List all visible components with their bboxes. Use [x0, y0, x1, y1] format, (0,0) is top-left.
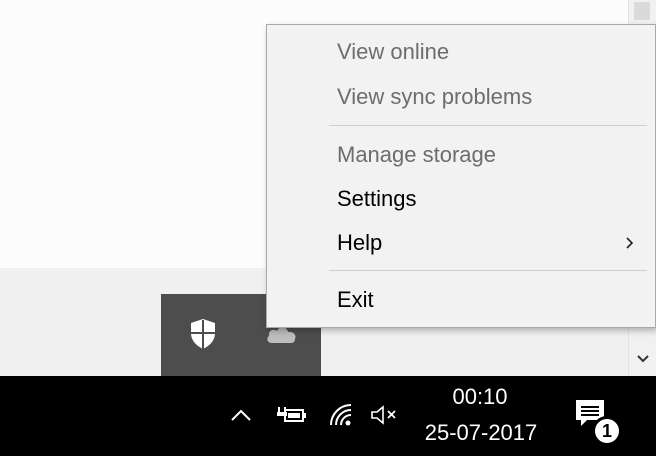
scroll-down-arrow-icon[interactable] [629, 344, 656, 374]
menu-item-exit[interactable]: Exit [337, 287, 374, 313]
scrollbar-thumb[interactable] [634, 2, 650, 20]
windows-defender-shield-icon[interactable] [183, 314, 223, 354]
menu-item-help[interactable]: Help [337, 230, 382, 256]
chevron-right-icon [621, 230, 637, 256]
menu-separator [329, 125, 647, 126]
taskbar: 00:10 25-07-2017 [0, 376, 656, 456]
battery-charging-icon[interactable] [270, 402, 310, 428]
menu-item-view-sync-problems[interactable]: View sync problems [337, 84, 532, 110]
notification-count-badge[interactable]: 1 [592, 416, 622, 446]
menu-item-manage-storage[interactable]: Manage storage [337, 142, 496, 168]
onedrive-context-menu: View online View sync problems Manage st… [266, 24, 656, 328]
menu-separator [329, 270, 647, 271]
show-hidden-icons-chevron-icon[interactable] [228, 402, 254, 428]
wifi-icon[interactable] [326, 402, 356, 428]
volume-muted-icon[interactable] [368, 402, 400, 428]
clock-date[interactable]: 25-07-2017 [416, 420, 546, 446]
clock-time[interactable]: 00:10 [440, 384, 520, 410]
menu-item-settings[interactable]: Settings [337, 186, 417, 212]
menu-item-view-online[interactable]: View online [337, 39, 449, 65]
